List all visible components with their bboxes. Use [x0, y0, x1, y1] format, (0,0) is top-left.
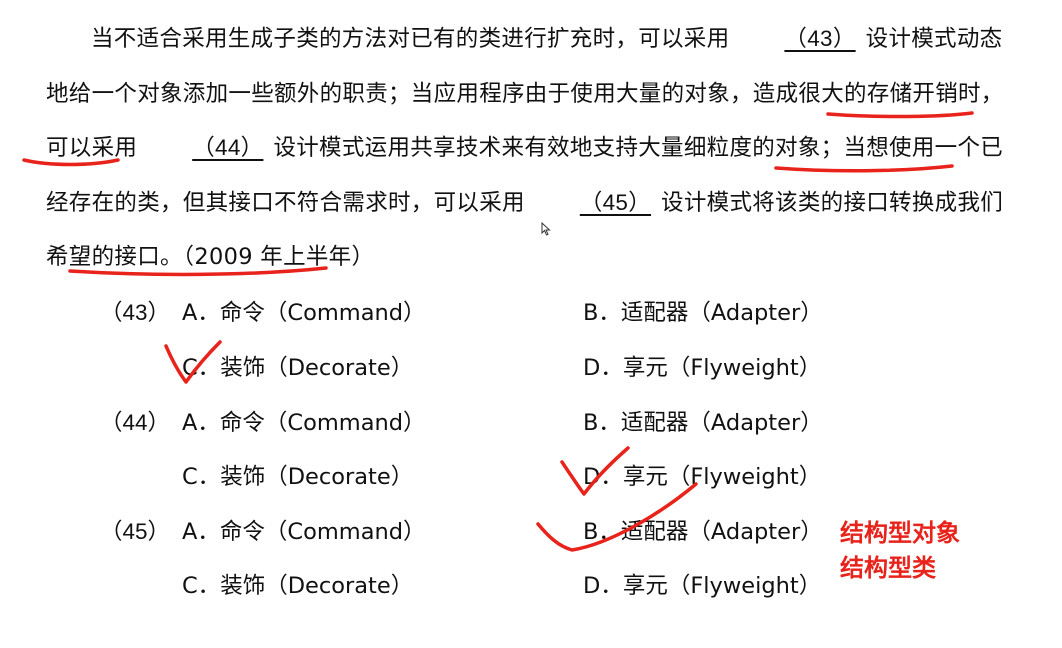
question-43-number: （43）	[100, 300, 171, 325]
q45-option-c: C．装饰（Decorate）	[182, 573, 414, 599]
blank-43: （43）	[784, 26, 856, 51]
q43-option-d: D．享元（Flyweight）	[583, 355, 822, 381]
q43-option-c: C．装饰（Decorate）	[182, 355, 414, 381]
q45-option-b: B．适配器（Adapter）	[583, 519, 823, 545]
mouse-cursor-icon	[541, 222, 551, 236]
q43-option-a: A．命令（Command）	[182, 300, 426, 326]
blank-44: （44）	[192, 135, 264, 160]
q44-option-c: C．装饰（Decorate）	[182, 464, 414, 490]
q44-option-d: D．享元（Flyweight）	[583, 464, 822, 490]
q44-option-a: A．命令（Command）	[182, 410, 426, 436]
q45-option-a: A．命令（Command）	[182, 519, 426, 545]
q43-option-b: B．适配器（Adapter）	[583, 300, 823, 326]
q45-option-d: D．享元（Flyweight）	[583, 573, 822, 599]
q44-option-b: B．适配器（Adapter）	[583, 410, 823, 436]
annotation-structural-object: 结构型对象	[840, 519, 960, 547]
question-44-number: （44）	[100, 410, 171, 435]
annotation-structural-class: 结构型类	[840, 554, 936, 582]
paragraph-text-1: 当不适合采用生成子类的方法对已有的类进行扩充时，可以采用	[91, 26, 730, 52]
question-45-number: （45）	[100, 519, 171, 544]
question-paragraph: 当不适合采用生成子类的方法对已有的类进行扩充时，可以采用 （43） 设计模式动态地给…	[46, 12, 1011, 285]
